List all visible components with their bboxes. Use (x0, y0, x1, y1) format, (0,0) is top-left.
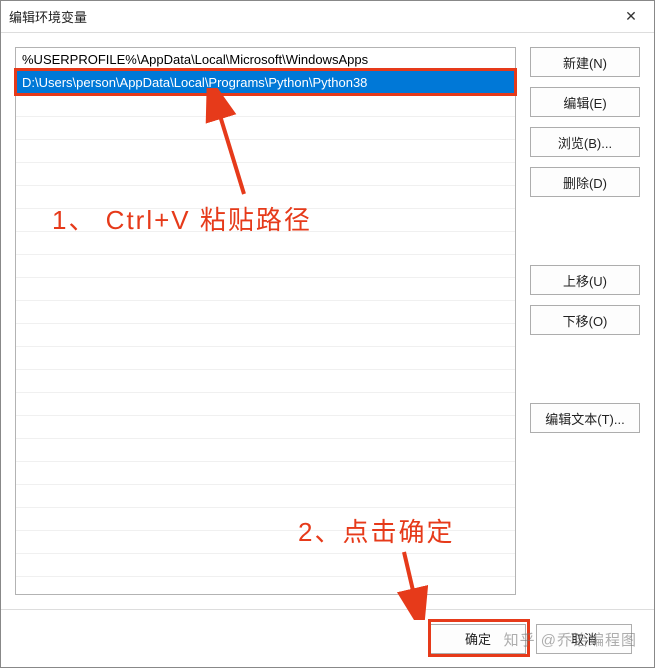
path-list[interactable]: %USERPROFILE%\AppData\Local\Microsoft\Wi… (15, 47, 516, 595)
list-item-empty[interactable] (16, 117, 515, 140)
dialog-window: 编辑环境变量 ✕ %USERPROFILE%\AppData\Local\Mic… (0, 0, 655, 668)
list-item[interactable]: D:\Users\person\AppData\Local\Programs\P… (16, 71, 515, 94)
titlebar: 编辑环境变量 ✕ (1, 1, 654, 33)
list-item-empty[interactable] (16, 301, 515, 324)
list-item-empty[interactable] (16, 462, 515, 485)
list-item-empty[interactable] (16, 485, 515, 508)
close-button[interactable]: ✕ (608, 1, 654, 33)
list-item-empty[interactable] (16, 255, 515, 278)
edit-button[interactable]: 编辑(E) (530, 87, 640, 117)
list-item-empty[interactable] (16, 439, 515, 462)
list-item-empty[interactable] (16, 554, 515, 577)
browse-button[interactable]: 浏览(B)... (530, 127, 640, 157)
list-item-empty[interactable] (16, 347, 515, 370)
content-area: %USERPROFILE%\AppData\Local\Microsoft\Wi… (1, 33, 654, 609)
list-item-empty[interactable] (16, 186, 515, 209)
list-item-empty[interactable] (16, 232, 515, 255)
list-item-empty[interactable] (16, 209, 515, 232)
window-title: 编辑环境变量 (9, 7, 87, 26)
list-item-empty[interactable] (16, 163, 515, 186)
ok-button[interactable]: 确定 (430, 624, 526, 654)
list-item-empty[interactable] (16, 393, 515, 416)
cancel-button[interactable]: 取消 (536, 624, 632, 654)
list-item[interactable]: %USERPROFILE%\AppData\Local\Microsoft\Wi… (16, 48, 515, 71)
button-column: 新建(N) 编辑(E) 浏览(B)... 删除(D) 上移(U) 下移(O) 编… (530, 47, 640, 595)
move-up-button[interactable]: 上移(U) (530, 265, 640, 295)
list-item-empty[interactable] (16, 531, 515, 554)
list-item-empty[interactable] (16, 324, 515, 347)
list-item-empty[interactable] (16, 508, 515, 531)
close-icon: ✕ (625, 8, 637, 25)
dialog-footer: 确定 取消 (1, 609, 654, 667)
delete-button[interactable]: 删除(D) (530, 167, 640, 197)
list-item-empty[interactable] (16, 140, 515, 163)
list-item-empty[interactable] (16, 416, 515, 439)
edit-text-button[interactable]: 编辑文本(T)... (530, 403, 640, 433)
new-button[interactable]: 新建(N) (530, 47, 640, 77)
move-down-button[interactable]: 下移(O) (530, 305, 640, 335)
list-item-empty[interactable] (16, 370, 515, 393)
list-item-empty[interactable] (16, 278, 515, 301)
list-item-empty[interactable] (16, 94, 515, 117)
